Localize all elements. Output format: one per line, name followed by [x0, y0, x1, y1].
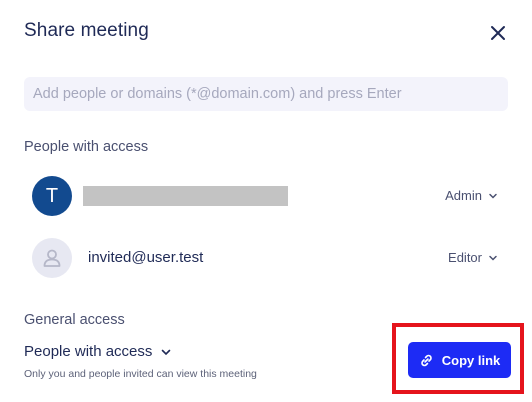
role-label: Admin — [445, 188, 482, 203]
chevron-down-icon — [489, 193, 497, 199]
role-label: Editor — [448, 250, 482, 265]
redacted-member-name — [83, 186, 288, 206]
role-dropdown-admin[interactable]: Admin — [445, 188, 498, 203]
chevron-down-icon — [162, 349, 171, 355]
general-access-heading: General access — [24, 312, 125, 328]
member-email: invited@user.test — [88, 249, 204, 266]
add-people-input[interactable] — [24, 77, 508, 111]
close-button[interactable] — [487, 22, 509, 44]
role-dropdown-editor[interactable]: Editor — [448, 250, 498, 265]
chevron-down-icon — [489, 255, 497, 261]
general-access-value: People with access — [24, 343, 153, 360]
general-access-description: Only you and people invited can view thi… — [24, 368, 257, 380]
link-icon — [421, 354, 432, 366]
dialog-title: Share meeting — [24, 20, 149, 41]
user-icon — [43, 249, 61, 267]
avatar: T — [32, 176, 72, 216]
close-icon — [491, 26, 505, 40]
avatar — [32, 238, 72, 278]
avatar-initial: T — [45, 184, 59, 207]
general-access-dropdown[interactable]: People with access — [24, 343, 172, 360]
copy-link-button[interactable]: Copy link — [408, 342, 511, 378]
people-with-access-heading: People with access — [24, 139, 149, 155]
share-meeting-dialog: Share meeting People with access T Admin… — [0, 0, 532, 402]
member-row-admin: T Admin — [24, 174, 508, 218]
member-row-editor: invited@user.test Editor — [24, 236, 508, 280]
copy-link-label: Copy link — [441, 352, 501, 368]
